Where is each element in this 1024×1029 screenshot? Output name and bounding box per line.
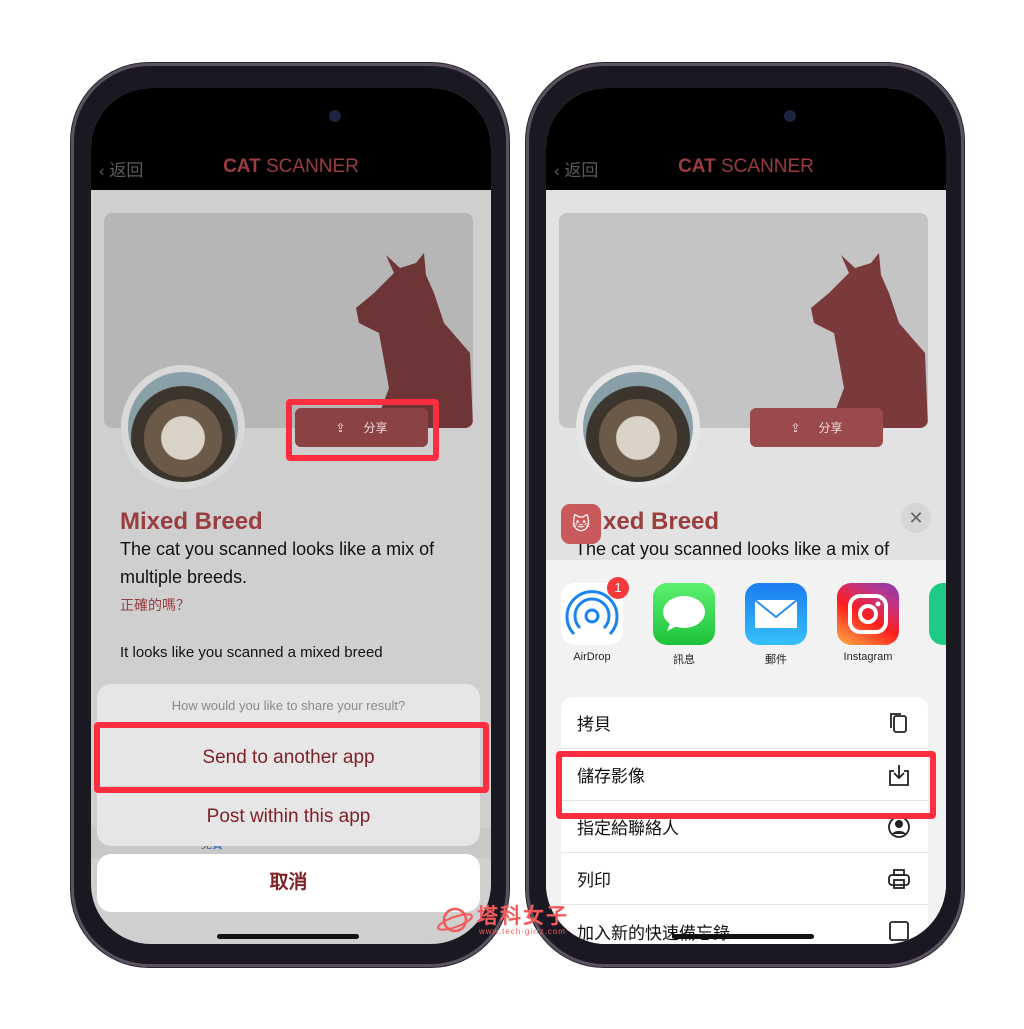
- post-within-app-button[interactable]: Post within this app: [97, 787, 480, 846]
- highlight-share-button: [286, 399, 439, 461]
- share-actions-list: 拷貝 儲存影像 指定給聯絡人 列印 加入新的快速備忘錄: [561, 697, 928, 944]
- right-phone: ‹ 返回 CAT SCANNER ⇪ 分享 xed Breed The cat y…: [526, 63, 964, 967]
- highlight-save-image: [556, 751, 936, 819]
- camera: [329, 110, 341, 122]
- cat-avatar: [576, 365, 700, 489]
- action-copy[interactable]: 拷貝: [561, 697, 928, 749]
- mail-icon: [745, 583, 807, 645]
- breed-description: The cat you scanned looks like a mix of: [575, 539, 890, 559]
- notification-badge: 1: [607, 577, 629, 599]
- app-title: CAT SCANNER: [678, 156, 814, 177]
- share-app-airdrop[interactable]: 1 AirDrop: [561, 577, 629, 663]
- breed-description: The cat you scanned looks like a mix of …: [120, 539, 435, 587]
- share-app-instagram[interactable]: Instagram: [837, 583, 899, 663]
- cat-avatar: [121, 365, 245, 489]
- accuracy-link[interactable]: 正確的嗎？: [120, 595, 190, 615]
- app-label: Instagram: [843, 651, 893, 663]
- close-icon[interactable]: ✕: [901, 503, 931, 533]
- messages-icon: [653, 583, 715, 645]
- breed-title: xed Breed: [603, 508, 720, 535]
- print-icon: [888, 868, 910, 889]
- app-label: 郵件: [765, 654, 787, 666]
- share-app-messages[interactable]: 訊息: [653, 583, 715, 667]
- quick-note-icon: [889, 921, 909, 941]
- home-indicator: [217, 934, 359, 939]
- watermark-logo: 塔科女子 www.tech-girlz.com: [435, 900, 595, 940]
- share-button[interactable]: ⇪ 分享: [750, 408, 883, 447]
- app-icon: 🐱: [561, 504, 601, 544]
- cancel-button[interactable]: 取消: [97, 854, 480, 912]
- airdrop-icon: 1: [561, 577, 629, 645]
- app-label: AirDrop: [573, 651, 611, 663]
- instagram-icon: [837, 583, 899, 645]
- camera: [784, 110, 796, 122]
- app-label: 訊息: [673, 654, 695, 666]
- left-screen: ‹ 返回 CAT SCANNER ⇪ 分享 Mixed Breed The cat…: [91, 88, 491, 944]
- copy-icon: [890, 712, 907, 733]
- left-phone: ‹ 返回 CAT SCANNER ⇪ 分享 Mixed Breed The cat…: [71, 63, 509, 967]
- home-indicator: [672, 934, 814, 939]
- breed-detail: It looks like you scanned a mixed breed: [120, 644, 383, 661]
- app-title: CAT SCANNER: [223, 156, 359, 177]
- highlight-send-to-app: [94, 722, 489, 793]
- share-app-mail[interactable]: 郵件: [745, 583, 807, 667]
- breed-title: Mixed Breed: [120, 508, 263, 535]
- share-app-partial[interactable]: [929, 583, 946, 645]
- share-icon: ⇪: [790, 420, 801, 435]
- action-print[interactable]: 列印: [561, 853, 928, 905]
